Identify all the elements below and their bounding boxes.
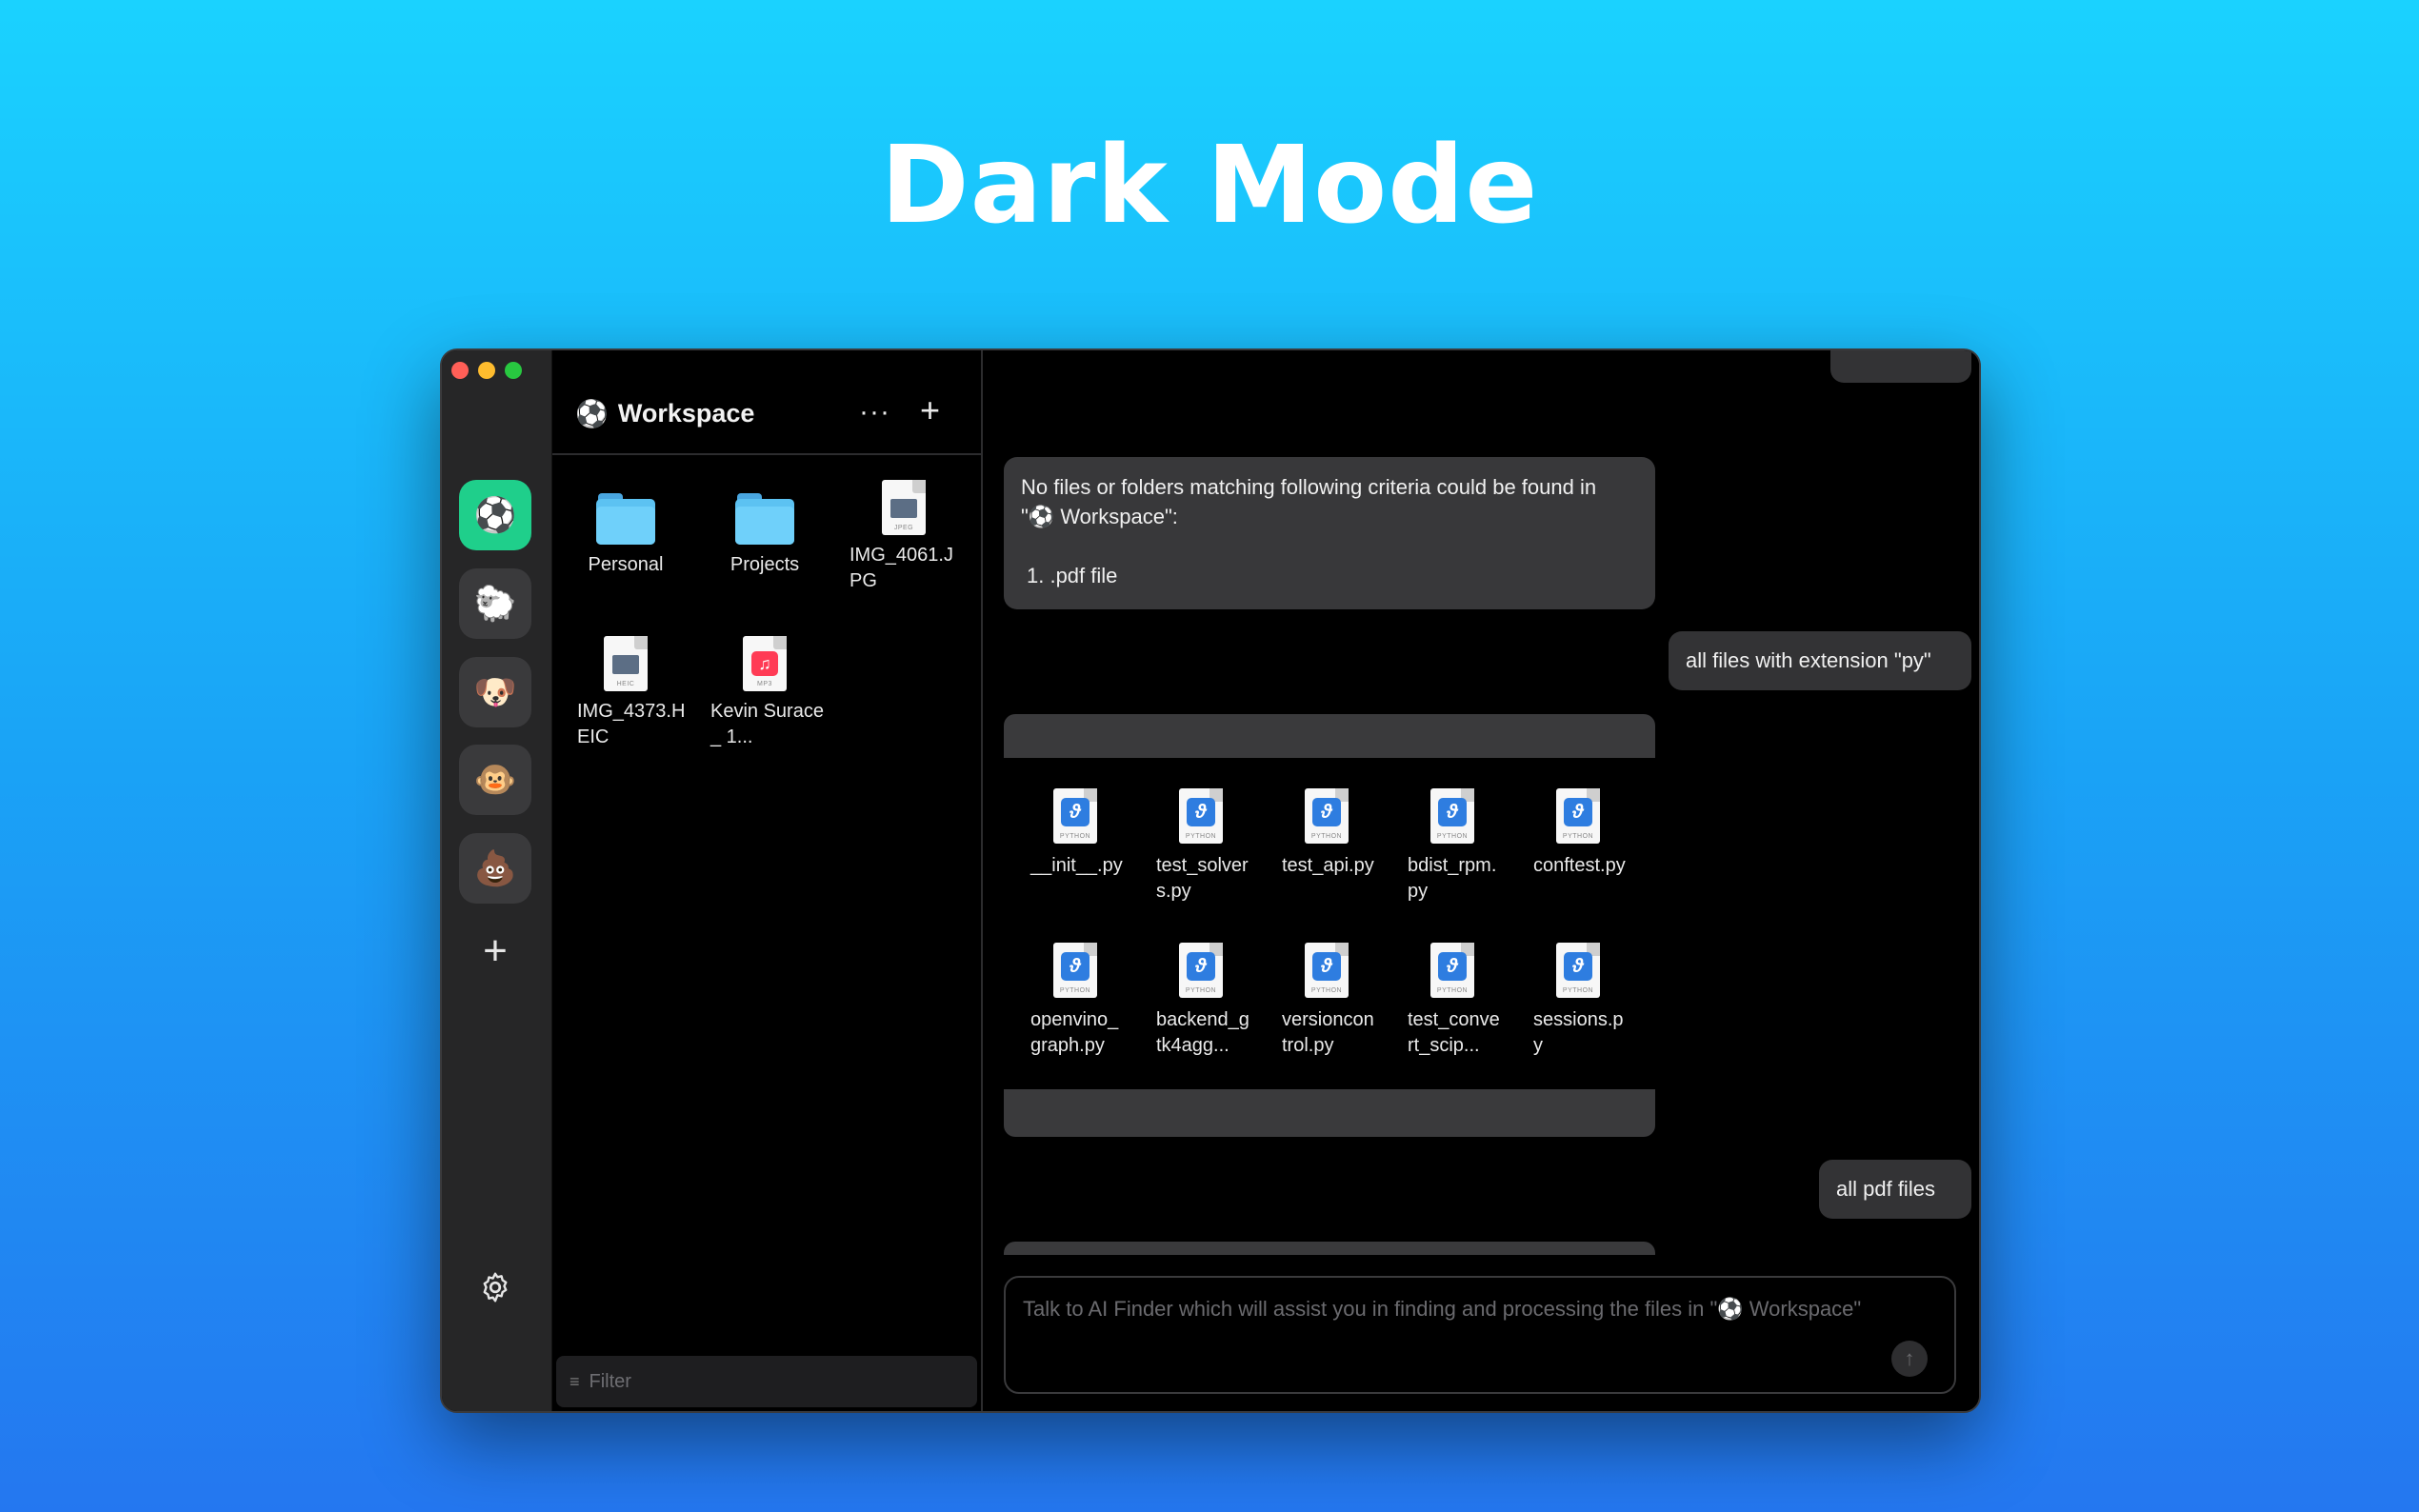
window-controls xyxy=(451,362,522,379)
folder-icon xyxy=(735,493,794,545)
chat-composer: ↑ xyxy=(1004,1276,1956,1394)
ai-message: No files or folders matching following c… xyxy=(1004,457,1655,609)
file-name: IMG_4373.HEIC xyxy=(577,701,686,747)
audio-file-icon: ♫ MP3 xyxy=(743,636,787,691)
poop-icon: 💩 xyxy=(473,848,517,887)
workspace-name: Workspace xyxy=(617,399,755,428)
python-file-icon: ϑ PYTHON xyxy=(1430,788,1474,844)
more-options-button[interactable]: ··· xyxy=(859,396,890,428)
panel-header: ⚽ Workspace ··· + xyxy=(552,350,981,455)
file-name: test_api.py xyxy=(1282,855,1374,876)
python-file-icon: ϑ PYTHON xyxy=(1556,943,1600,998)
monkey-icon: 🐵 xyxy=(473,760,517,799)
result-file-item[interactable]: ϑ PYTHON backend_gtk4agg... xyxy=(1149,943,1253,1059)
file-item-img-4061[interactable]: JPEG IMG_4061.JPG xyxy=(842,480,966,594)
result-file-item[interactable]: ϑ PYTHON test_solvers.py xyxy=(1149,788,1253,905)
soccer-ball-icon: ⚽ xyxy=(575,399,609,428)
soccer-ball-icon: ⚽ xyxy=(473,495,517,534)
result-file-item[interactable]: ϑ PYTHON openvino_graph.py xyxy=(1023,943,1128,1059)
file-name: Personal xyxy=(588,554,664,575)
add-file-button[interactable]: + xyxy=(920,390,940,430)
file-name: Projects xyxy=(730,554,800,575)
add-space-button[interactable]: + xyxy=(459,927,531,975)
python-file-icon: ϑ PYTHON xyxy=(1179,943,1223,998)
python-file-icon: ϑ PYTHON xyxy=(1053,943,1097,998)
file-name: IMG_4061.JPG xyxy=(850,545,953,591)
user-message: all files with extension "py" xyxy=(1669,631,1971,690)
python-file-icon: ϑ PYTHON xyxy=(1430,943,1474,998)
chat-input[interactable] xyxy=(1023,1297,1899,1373)
send-arrow-icon[interactable]: ↑ xyxy=(1891,1341,1928,1377)
file-item-personal[interactable]: Personal xyxy=(564,493,688,578)
ai-message-line: No files or folders matching following c… xyxy=(1021,475,1597,499)
python-file-icon: ϑ PYTHON xyxy=(1556,788,1600,844)
result-file-item[interactable]: ϑ PYTHON __init__.py xyxy=(1023,788,1128,879)
filter-input[interactable] xyxy=(589,1370,932,1393)
image-file-icon: JPEG xyxy=(882,480,926,535)
file-name: sessions.py xyxy=(1533,1009,1624,1056)
minimize-window-button[interactable] xyxy=(478,362,495,379)
space-button-monkey[interactable]: 🐵 xyxy=(459,745,531,815)
ai-message-line: "⚽ Workspace": xyxy=(1021,505,1178,528)
sheep-icon: 🐑 xyxy=(473,584,517,623)
space-button-sheep[interactable]: 🐑 xyxy=(459,568,531,639)
chat-area: No files or folders matching following c… xyxy=(983,350,1979,1411)
file-name: conftest.py xyxy=(1533,855,1626,876)
user-message: all pdf files xyxy=(1819,1160,1971,1219)
settings-gear-icon[interactable] xyxy=(478,1270,512,1304)
file-name: test_solvers.py xyxy=(1156,855,1249,902)
file-item-kevin-surace[interactable]: ♫ MP3 Kevin Surace_ 1... xyxy=(703,636,827,750)
zoom-window-button[interactable] xyxy=(505,362,522,379)
search-results-card-partial xyxy=(1004,1242,1655,1255)
python-file-icon: ϑ PYTHON xyxy=(1053,788,1097,844)
search-results-card: ϑ PYTHON __init__.py ϑ PYTHON test_solvers… xyxy=(1004,714,1655,1137)
filter-bar: ≡ xyxy=(556,1356,977,1407)
app-window: ⚽ 🐑 🐶 🐵 💩 + ⚽ Workspace ··· + Personal P… xyxy=(440,348,1981,1413)
space-button-soccer[interactable]: ⚽ xyxy=(459,480,531,550)
result-file-item[interactable]: ϑ PYTHON versioncontrol.py xyxy=(1274,943,1379,1059)
result-file-item[interactable]: ϑ PYTHON test_convert_scip... xyxy=(1400,943,1505,1059)
results-grid: ϑ PYTHON __init__.py ϑ PYTHON test_solvers… xyxy=(1004,758,1655,1089)
file-name: bdist_rpm.py xyxy=(1408,855,1497,902)
file-item-projects[interactable]: Projects xyxy=(703,493,827,578)
spaces-rail: ⚽ 🐑 🐶 🐵 💩 + xyxy=(442,350,552,1411)
space-button-dog[interactable]: 🐶 xyxy=(459,657,531,727)
file-panel: ⚽ Workspace ··· + Personal Projects JPEG… xyxy=(552,350,983,1411)
space-button-poop[interactable]: 💩 xyxy=(459,833,531,904)
python-file-icon: ϑ PYTHON xyxy=(1179,788,1223,844)
dog-icon: 🐶 xyxy=(473,672,517,711)
user-message-partial xyxy=(1830,350,1971,383)
result-file-item[interactable]: ϑ PYTHON test_api.py xyxy=(1274,788,1379,879)
file-item-img-4373[interactable]: HEIC IMG_4373.HEIC xyxy=(564,636,688,750)
result-file-item[interactable]: ϑ PYTHON bdist_rpm.py xyxy=(1400,788,1505,905)
filter-lines-icon: ≡ xyxy=(570,1371,580,1391)
folder-icon xyxy=(596,493,655,545)
image-file-icon: HEIC xyxy=(604,636,648,691)
ai-criteria-item: 1. .pdf file xyxy=(1027,564,1118,587)
file-name: openvino_graph.py xyxy=(1030,1009,1119,1056)
file-name: test_convert_scip... xyxy=(1408,1009,1500,1056)
file-name: Kevin Surace_ 1... xyxy=(710,701,824,747)
close-window-button[interactable] xyxy=(451,362,469,379)
file-name: __init__.py xyxy=(1030,855,1123,876)
result-file-item[interactable]: ϑ PYTHON conftest.py xyxy=(1526,788,1630,879)
python-file-icon: ϑ PYTHON xyxy=(1305,788,1349,844)
hero-title: Dark Mode xyxy=(880,124,1539,248)
python-file-icon: ϑ PYTHON xyxy=(1305,943,1349,998)
workspace-title: ⚽ Workspace xyxy=(575,398,754,429)
result-file-item[interactable]: ϑ PYTHON sessions.py xyxy=(1526,943,1630,1059)
file-name: backend_gtk4agg... xyxy=(1156,1009,1249,1056)
file-name: versioncontrol.py xyxy=(1282,1009,1374,1056)
